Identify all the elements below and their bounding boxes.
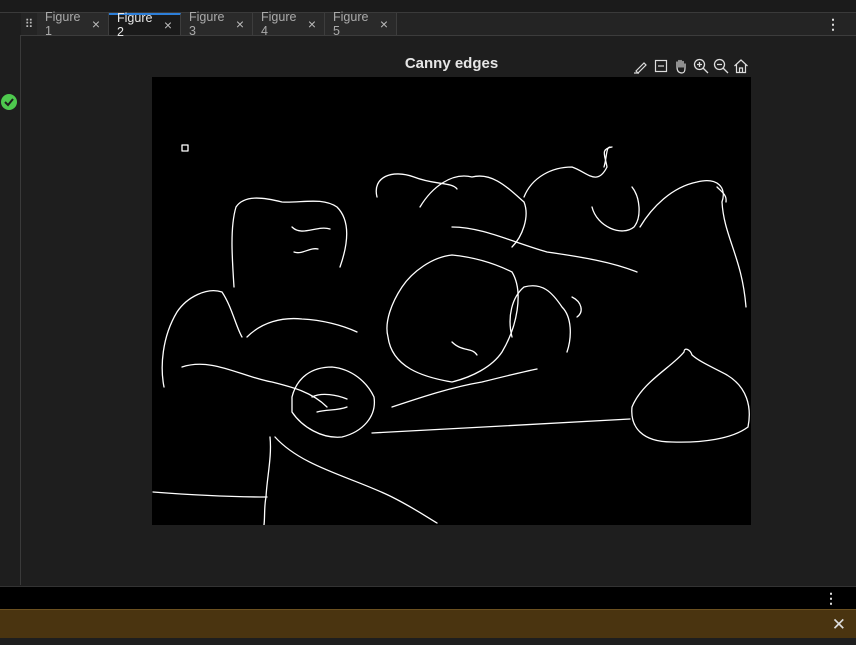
tab-grip-icon[interactable]: ⠿ xyxy=(21,13,38,35)
close-icon[interactable]: × xyxy=(308,17,316,31)
zoom-out-icon[interactable] xyxy=(712,57,730,75)
notification-bar: ✕ xyxy=(0,609,856,638)
more-options-icon[interactable]: ⋮ xyxy=(826,16,840,33)
tab-label: Figure 3 xyxy=(189,10,225,38)
tab-label: Figure 4 xyxy=(261,10,297,38)
brush-icon[interactable] xyxy=(632,57,650,75)
tab-figure-2[interactable]: Figure 2 × xyxy=(109,11,181,39)
edge-map-drawing xyxy=(152,144,750,526)
pan-hand-icon[interactable] xyxy=(672,57,690,75)
close-icon[interactable]: ✕ xyxy=(832,615,846,635)
tab-label: Figure 2 xyxy=(117,11,153,39)
data-tip-icon[interactable] xyxy=(652,57,670,75)
check-icon xyxy=(1,94,17,110)
home-icon[interactable] xyxy=(732,57,750,75)
left-status-strip xyxy=(0,35,21,585)
tab-figure-5[interactable]: Figure 5 × xyxy=(325,10,397,38)
bottom-toolbar: ⋮ xyxy=(0,586,856,609)
tab-label: Figure 1 xyxy=(45,10,81,38)
tab-figure-1[interactable]: Figure 1 × xyxy=(37,10,109,38)
close-icon[interactable]: × xyxy=(164,18,172,32)
tab-label: Figure 5 xyxy=(333,10,369,38)
axes-toolbar xyxy=(632,57,750,75)
zoom-in-icon[interactable] xyxy=(692,57,710,75)
tab-figure-3[interactable]: Figure 3 × xyxy=(181,10,253,38)
figure-tab-bar: ⠿ Figure 1 × Figure 2 × Figure 3 × Figur… xyxy=(21,10,856,39)
close-icon[interactable]: × xyxy=(236,17,244,31)
bottom-edge xyxy=(0,638,856,645)
close-icon[interactable]: × xyxy=(92,17,100,31)
close-icon[interactable]: × xyxy=(380,17,388,31)
more-options-icon[interactable]: ⋮ xyxy=(824,590,838,607)
tab-figure-4[interactable]: Figure 4 × xyxy=(253,10,325,38)
canny-edge-image[interactable] xyxy=(152,77,751,526)
